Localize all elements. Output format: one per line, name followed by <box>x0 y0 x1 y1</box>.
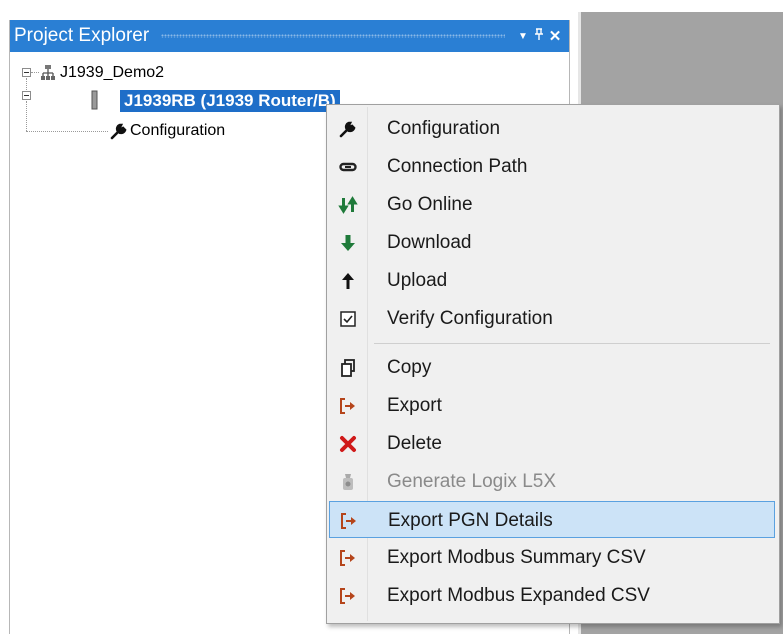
menu-item-export[interactable]: Export <box>329 387 775 424</box>
tree-connector <box>26 101 28 131</box>
menu-item-label: Export PGN Details <box>388 510 553 531</box>
window-position-dropdown-icon[interactable]: ▼ <box>515 31 531 42</box>
drag-grip[interactable] <box>161 34 505 38</box>
menu-item-export-modbus-summary-csv[interactable]: Export Modbus Summary CSV <box>329 539 775 576</box>
menu-separator <box>374 343 770 344</box>
menu-item-label: Export Modbus Expanded CSV <box>387 585 650 606</box>
menu-item-connection-path[interactable]: Connection Path <box>329 148 775 185</box>
tree-root-label[interactable]: J1939_Demo2 <box>60 64 164 82</box>
context-menu: Configuration Connection Path Go Online … <box>326 104 780 624</box>
menu-item-copy[interactable]: Copy <box>329 349 775 386</box>
checkbox-icon <box>333 300 363 337</box>
menu-item-label: Connection Path <box>387 156 528 177</box>
device-module-icon <box>91 90 99 115</box>
tree-connector <box>26 131 108 133</box>
menu-item-label: Export <box>387 395 442 416</box>
panel-title: Project Explorer <box>14 25 150 46</box>
upload-arrow-icon <box>333 262 363 299</box>
download-arrow-icon <box>333 224 363 261</box>
chain-link-icon <box>333 148 363 185</box>
tree-connector <box>26 78 28 90</box>
menu-item-label: Verify Configuration <box>387 308 553 329</box>
menu-item-label: Delete <box>387 433 442 454</box>
menu-item-generate-logix-l5x: Generate Logix L5X <box>329 463 775 500</box>
tree-connector <box>31 72 39 74</box>
menu-item-upload[interactable]: Upload <box>329 262 775 299</box>
network-icon <box>40 64 56 87</box>
export-icon <box>333 387 363 424</box>
export-icon <box>334 502 364 539</box>
menu-item-verify-configuration[interactable]: Verify Configuration <box>329 300 775 337</box>
logix-icon <box>333 463 363 500</box>
menu-item-label: Generate Logix L5X <box>387 471 557 492</box>
wrench-icon <box>333 110 363 147</box>
copy-icon <box>333 349 363 386</box>
pin-icon[interactable] <box>531 28 547 44</box>
menu-item-export-pgn-details[interactable]: Export PGN Details <box>329 501 775 538</box>
menu-item-delete[interactable]: Delete <box>329 425 775 462</box>
menu-item-export-modbus-expanded-csv[interactable]: Export Modbus Expanded CSV <box>329 577 775 614</box>
export-icon <box>333 577 363 614</box>
delete-x-icon <box>333 425 363 462</box>
export-icon <box>333 539 363 576</box>
menu-item-label: Go Online <box>387 194 473 215</box>
close-icon[interactable]: ✕ <box>547 27 563 45</box>
collapse-toggle-device[interactable] <box>22 91 31 100</box>
panel-titlebar[interactable]: Project Explorer ▼ ✕ <box>10 20 569 52</box>
menu-item-label: Upload <box>387 270 448 291</box>
menu-item-configuration[interactable]: Configuration <box>329 110 775 147</box>
menu-item-label: Copy <box>387 357 432 378</box>
tree-device-label-selected[interactable]: J1939RB (J1939 Router/B) <box>120 90 340 112</box>
wrench-icon <box>110 122 128 145</box>
tree-config-label[interactable]: Configuration <box>130 122 225 140</box>
collapse-toggle-root[interactable] <box>22 68 31 77</box>
menu-item-download[interactable]: Download <box>329 224 775 261</box>
menu-item-label: Download <box>387 232 472 253</box>
menu-item-label: Configuration <box>387 118 501 139</box>
menu-item-label: Export Modbus Summary CSV <box>387 547 646 568</box>
go-online-icon <box>333 186 363 223</box>
menu-item-go-online[interactable]: Go Online <box>329 186 775 223</box>
